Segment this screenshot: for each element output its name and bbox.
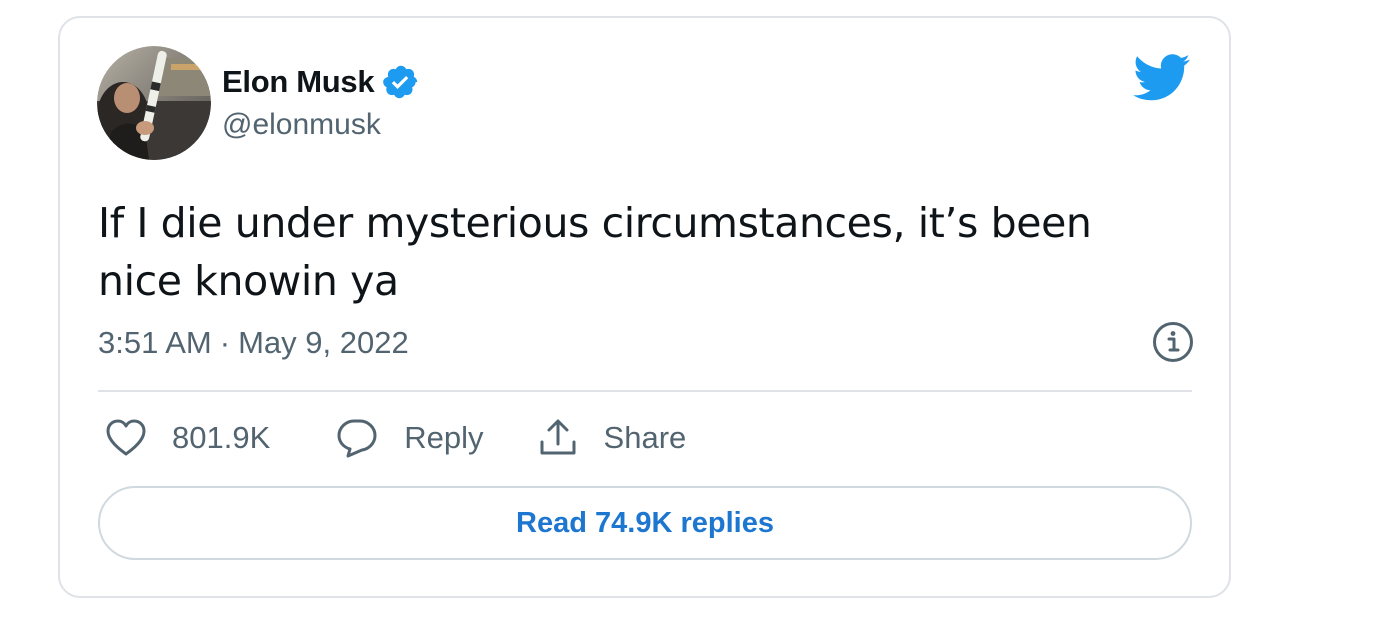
tweet-time: 3:51 AM [98,325,212,360]
avatar[interactable] [97,46,211,160]
reply-bubble-icon [336,418,404,458]
author-block: Elon Musk @elonmusk [222,62,420,142]
like-button[interactable]: 801.9K [106,419,270,457]
twitter-bird-icon[interactable] [1133,54,1191,102]
reply-button[interactable]: Reply [336,418,484,458]
tweet-card: Elon Musk @elonmusk If I die under myste… [58,16,1231,598]
tweet-timestamp[interactable]: 3:51 AM · May 9, 2022 [98,325,409,361]
verified-badge-icon [382,63,420,101]
tweet-text: If I die under mysterious circumstances,… [98,199,1092,305]
heart-icon [106,419,172,457]
share-upload-icon [538,418,604,458]
share-button[interactable]: Share [538,418,687,458]
tweet-actions: 801.9K Reply Share [106,418,686,458]
author-handle[interactable]: @elonmusk [222,108,420,142]
share-label: Share [603,420,687,455]
info-icon[interactable] [1152,321,1194,363]
author-name-row: Elon Musk [222,62,420,102]
like-count: 801.9K [172,420,271,455]
reply-label: Reply [404,420,484,455]
read-replies-button[interactable]: Read 74.9K replies [98,486,1192,560]
tweet-date: May 9, 2022 [238,325,409,360]
timestamp-separator: · [219,325,231,360]
divider [98,390,1192,392]
author-name[interactable]: Elon Musk [222,64,375,100]
